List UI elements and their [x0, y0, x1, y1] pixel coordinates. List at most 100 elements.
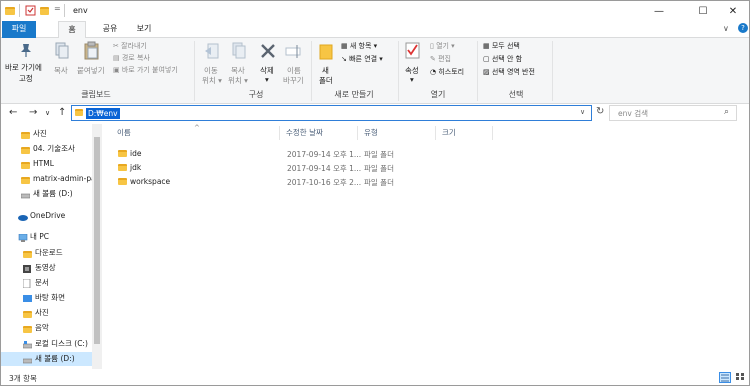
tab-file[interactable]: 파일 — [2, 21, 36, 38]
pictures-icon — [23, 309, 32, 318]
pin-button-label-2[interactable]: 고정 — [19, 73, 33, 84]
folder-icon — [21, 175, 30, 184]
table-row[interactable]: workspace 2017-10-16 오후 2... 파일 폴더 — [116, 175, 476, 189]
clipboard-group-label: 클립보드 — [81, 90, 111, 99]
column-header-date[interactable]: 수정한 날짜 — [286, 127, 323, 138]
download-folder-icon — [23, 249, 32, 258]
column-header-type[interactable]: 유형 — [364, 127, 378, 138]
navigation-pane: 사진 04. 기술조사 HTML matrix-admin-pa 새 볼륨 (D… — [1, 124, 102, 369]
details-view-button[interactable] — [719, 372, 731, 383]
folder-icon — [21, 145, 30, 154]
nav-item-label: 내 PC — [30, 232, 50, 241]
delete-dropdown[interactable]: ▾ — [265, 75, 269, 84]
search-icon[interactable]: ⌕ — [724, 107, 729, 117]
folder-icon — [118, 178, 127, 187]
music-icon — [23, 324, 32, 333]
delete-icon — [260, 43, 276, 61]
close-button[interactable]: ✕ — [715, 1, 749, 21]
nav-item-label: 다운로드 — [35, 248, 63, 257]
paste-button[interactable]: 붙여넣기 — [77, 65, 105, 76]
back-button[interactable]: ← — [9, 107, 17, 118]
table-row[interactable]: jdk 2017-09-14 오후 1... 파일 폴더 — [116, 161, 476, 175]
nav-item-label: 문서 — [35, 278, 49, 287]
column-divider[interactable] — [435, 126, 436, 140]
properties-qa-icon[interactable] — [25, 5, 36, 16]
folder-icon — [118, 150, 127, 159]
open-button[interactable]: ▯ 열기 ▾ — [430, 41, 455, 51]
tab-share[interactable]: 공유 — [95, 21, 125, 38]
recent-locations-button[interactable]: ∨ — [45, 109, 50, 117]
tab-view[interactable]: 보기 — [129, 21, 159, 38]
cut-button[interactable]: ✂ 잘라내기 — [113, 41, 147, 51]
folder-icon — [118, 164, 127, 173]
column-header-size[interactable]: 크기 — [442, 127, 456, 138]
status-bar: 3개 항목 — [1, 369, 749, 385]
folder-icon — [5, 5, 16, 16]
file-date: 2017-09-14 오후 1... — [287, 164, 362, 173]
new-folder-label-2: 폴더 — [319, 76, 333, 85]
ribbon: 바로 가기에 고정 복사 붙여넣기 ✂ 잘라내기 ▤ 경로 복사 ▣ 바로 가기… — [1, 38, 749, 104]
ribbon-tabs: 파일 홈 공유 보기 ∨ ? — [1, 21, 749, 39]
open-label: 열기 ▾ — [436, 42, 455, 50]
forward-button[interactable]: → — [29, 107, 37, 118]
history-button[interactable]: ◔ 히스토리 — [430, 67, 464, 77]
nav-item-label: HTML — [33, 159, 54, 168]
easy-access-label: 빠른 연결 ▾ — [349, 55, 383, 63]
group-divider — [311, 41, 312, 101]
paste-shortcut-label: 바로 가기 붙여넣기 — [121, 66, 178, 74]
new-item-label: 새 항목 ▾ — [349, 42, 378, 50]
group-divider — [477, 41, 478, 101]
select-group-label: 선택 — [508, 90, 524, 99]
copy-button[interactable]: 복사 — [54, 65, 68, 76]
tab-home[interactable]: 홈 — [58, 21, 86, 39]
edit-label: 편집 — [438, 55, 451, 63]
help-icon[interactable]: ? — [738, 23, 748, 33]
refresh-button[interactable]: ↻ — [596, 106, 604, 117]
explorer-window: = env — ☐ ✕ 파일 홈 공유 보기 ∨ ? 바로 가기에 고정 복사 … — [0, 0, 750, 386]
file-name: workspace — [130, 177, 171, 186]
pin-button-label[interactable]: 바로 가기에 — [5, 62, 42, 73]
column-divider[interactable] — [492, 126, 493, 140]
group-divider — [552, 41, 553, 101]
file-type: 파일 폴더 — [364, 150, 394, 159]
nav-item-label: 음악 — [35, 323, 49, 332]
minimize-button[interactable]: — — [641, 1, 677, 21]
drive-icon — [22, 340, 33, 349]
column-divider[interactable] — [357, 126, 358, 140]
address-path[interactable]: D:₩env — [86, 108, 120, 119]
file-date: 2017-09-14 오후 1... — [287, 150, 362, 159]
divider — [64, 4, 65, 17]
column-divider[interactable] — [279, 126, 280, 140]
nav-item-label: 새 볼륨 (D:) — [33, 189, 73, 198]
select-none-button[interactable]: ▢ 선택 안 함 — [483, 54, 522, 64]
new-folder-qa-icon[interactable] — [40, 5, 51, 16]
nav-item-label: 사진 — [33, 129, 47, 138]
table-row[interactable]: ide 2017-09-14 오후 1... 파일 폴더 — [116, 147, 476, 161]
paste-icon — [84, 41, 100, 63]
nav-scrollbar-thumb[interactable] — [94, 137, 100, 344]
paste-shortcut-button[interactable]: ▣ 바로 가기 붙여넣기 — [113, 65, 178, 75]
edit-button[interactable]: ✎ 편집 — [430, 54, 451, 64]
properties-dropdown[interactable]: ▾ — [410, 75, 414, 84]
up-button[interactable]: ↑ — [58, 107, 66, 118]
select-all-button[interactable]: ▦ 모두 선택 — [483, 41, 520, 51]
nav-item-volume-d[interactable]: 새 볼륨 (D:) — [1, 352, 92, 366]
history-label: 히스토리 — [438, 68, 465, 76]
invert-selection-button[interactable]: ▨ 선택 영역 반전 — [483, 67, 535, 77]
nav-item-label: 사진 — [35, 308, 49, 317]
column-header-name[interactable]: 이름 — [117, 127, 131, 138]
pin-icon — [19, 42, 33, 60]
search-box[interactable]: env 검색 ⌕ — [609, 105, 737, 121]
desktop-folder-icon — [23, 294, 32, 302]
address-bar[interactable]: D:₩env ∨ — [71, 105, 592, 121]
large-icons-view-button[interactable] — [735, 372, 747, 383]
new-item-button[interactable]: ▦ 새 항목 ▾ — [341, 41, 377, 51]
file-type: 파일 폴더 — [364, 164, 394, 173]
qa-dropdown-icon[interactable]: = — [54, 4, 61, 13]
easy-access-button[interactable]: ↘ 빠른 연결 ▾ — [341, 54, 383, 64]
ribbon-expand-icon[interactable]: ∨ — [723, 24, 729, 33]
open-group-label: 열기 — [430, 90, 446, 99]
address-dropdown-icon[interactable]: ∨ — [580, 108, 585, 116]
file-type: 파일 폴더 — [364, 178, 394, 187]
copy-path-button[interactable]: ▤ 경로 복사 — [113, 53, 150, 63]
